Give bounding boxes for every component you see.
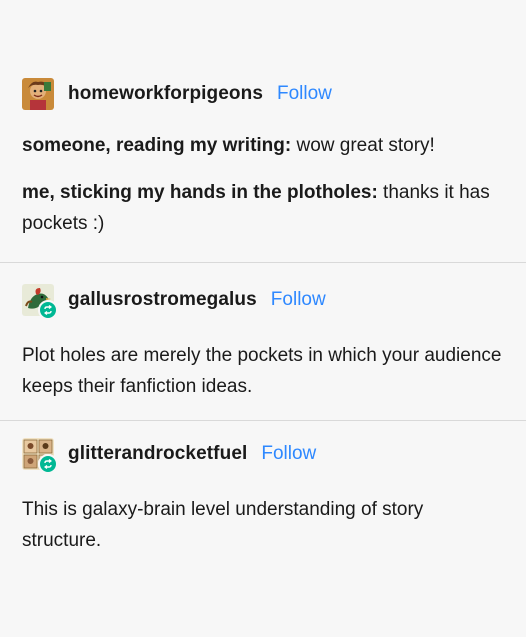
username[interactable]: homeworkforpigeons [68, 83, 263, 105]
post-text-line: me, sticking my hands in the plotholes: … [22, 177, 504, 239]
line-text: wow great story! [291, 135, 435, 156]
post-header: glitterandrocketfuel Follow [22, 436, 504, 474]
username[interactable]: glitterandrocketfuel [68, 443, 247, 465]
follow-button[interactable]: Follow [261, 443, 316, 465]
post-divider [0, 420, 526, 421]
bird-avatar-icon[interactable] [22, 284, 58, 320]
bold-speaker: me, sticking my hands in the plotholes: [22, 182, 378, 203]
post-text: Plot holes are merely the pockets in whi… [22, 345, 502, 397]
follow-button[interactable]: Follow [271, 289, 326, 311]
post-gallusrostromegalus: gallusrostromegalus Follow Plot holes ar… [0, 282, 526, 402]
post-header: gallusrostromegalus Follow [22, 282, 504, 320]
reblog-icon [38, 454, 58, 474]
bold-speaker: someone, reading my writing: [22, 135, 292, 156]
comic-collage-avatar-icon[interactable] [22, 438, 58, 474]
post-homeworkforpigeons: homeworkforpigeons Follow someone, readi… [0, 76, 526, 239]
post-header: homeworkforpigeons Follow [22, 76, 504, 112]
post-divider [0, 262, 526, 263]
post-text-line: someone, reading my writing: wow great s… [22, 130, 504, 161]
follow-button[interactable]: Follow [277, 83, 332, 105]
post-text: This is galaxy-brain level understanding… [22, 499, 424, 551]
reblog-icon [38, 300, 58, 320]
cartoon-character-avatar-icon[interactable] [22, 78, 54, 110]
username[interactable]: gallusrostromegalus [68, 289, 257, 311]
post-glitterandrocketfuel: glitterandrocketfuel Follow This is gala… [0, 436, 526, 556]
